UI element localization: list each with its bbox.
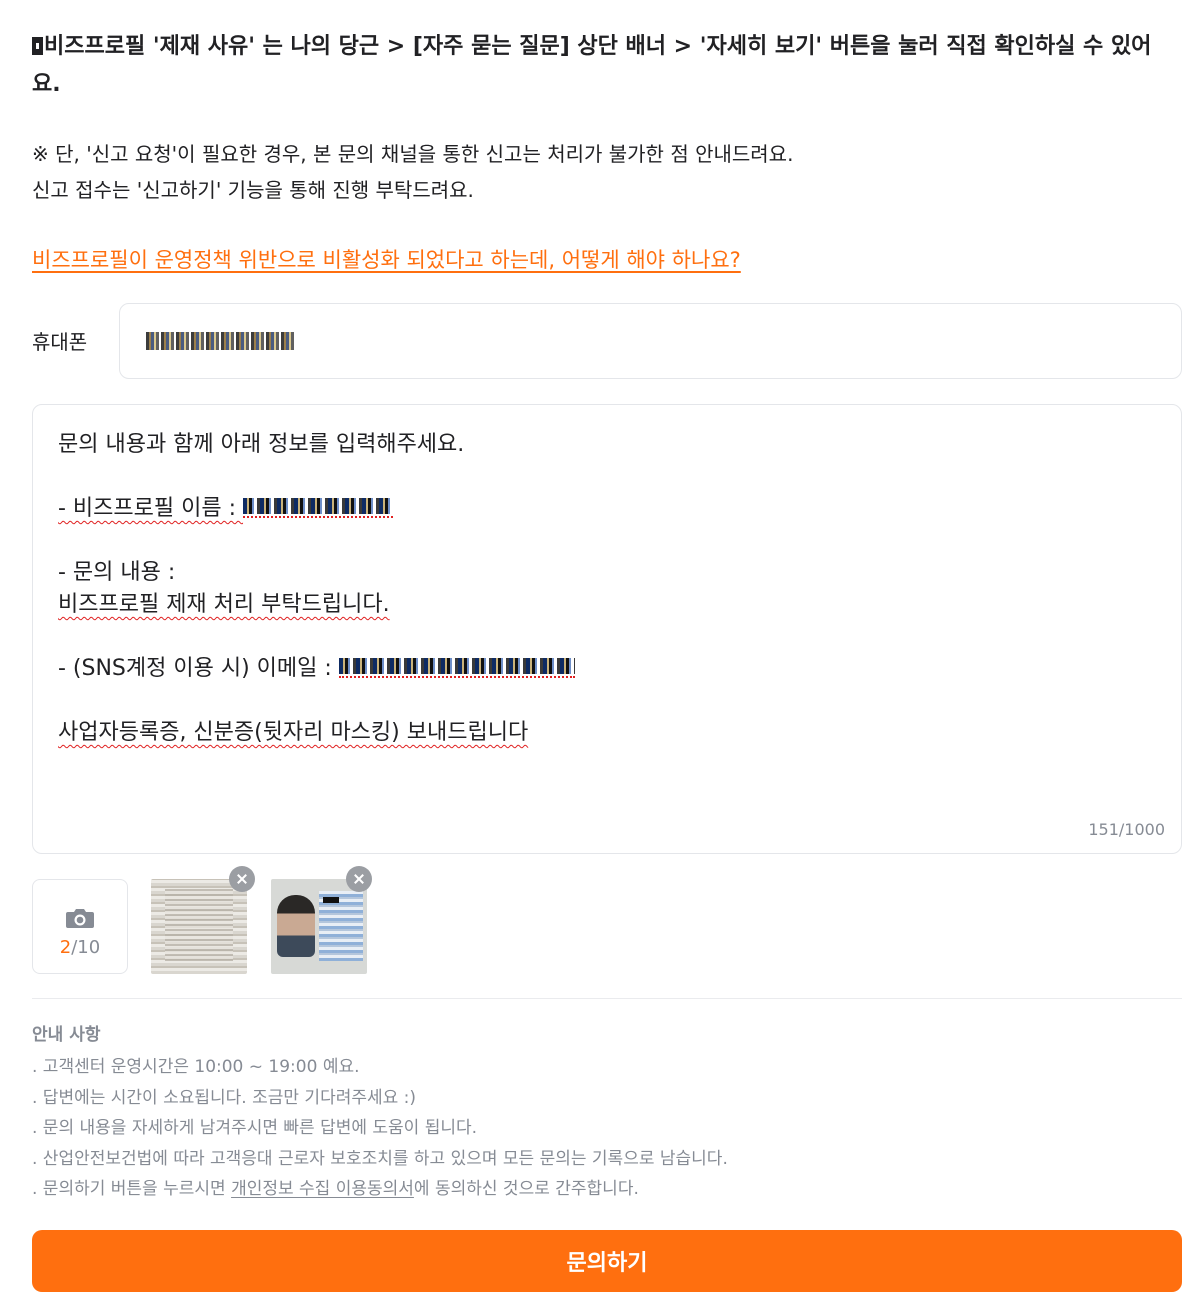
- guide-consent-suffix: 에 동의하신 것으로 간주합니다.: [413, 1179, 639, 1199]
- attached-photo-2[interactable]: [271, 879, 367, 974]
- content-inquiry-label: - 문의 내용 :: [58, 560, 176, 585]
- notice-bullet-icon: [32, 37, 43, 55]
- content-attach-note: 사업자등록증, 신분증(뒷자리 마스킹) 보내드립니다: [58, 720, 529, 745]
- guide-consent-prefix: . 문의하기 버튼을 누르시면: [32, 1179, 232, 1199]
- content-intro: 문의 내용과 함께 아래 정보를 입력해주세요.: [58, 432, 465, 457]
- content-email-label: - (SNS계정 이용 시) 이메일 :: [58, 656, 339, 681]
- inquiry-textarea[interactable]: 문의 내용과 함께 아래 정보를 입력해주세요. - 비즈프로필 이름 : - …: [32, 404, 1182, 854]
- notice-bold-text: 비즈프로필 '제재 사유' 는 나의 당근 > [자주 묻는 질문] 상단 배너…: [32, 28, 1172, 104]
- faq-link[interactable]: 비즈프로필이 운영정책 위반으로 비활성화 되었다고 하는데, 어떻게 해야 하…: [32, 242, 741, 278]
- guide-list: . 고객센터 운영시간은 10:00 ~ 19:00 예요. . 답변에는 시간…: [32, 1052, 728, 1205]
- submit-inquiry-button[interactable]: 문의하기: [32, 1230, 1182, 1292]
- add-photo-button[interactable]: 2/10: [32, 879, 128, 974]
- guide-item: . 고객센터 운영시간은 10:00 ~ 19:00 예요.: [32, 1057, 360, 1077]
- content-biz-name-line: - 비즈프로필 이름 :: [58, 493, 394, 525]
- remove-photo-2-button[interactable]: [346, 866, 372, 892]
- char-counter: 151/1000: [1088, 820, 1165, 839]
- remove-photo-1-button[interactable]: [229, 866, 255, 892]
- content-email-line: - (SNS계정 이용 시) 이메일 :: [58, 653, 575, 685]
- content-biz-name-label: - 비즈프로필 이름 :: [58, 496, 244, 521]
- guide-item: . 답변에는 시간이 소요됩니다. 조금만 기다려주세요 :): [32, 1087, 417, 1108]
- caution-line-2: 신고 접수는 '신고하기' 기능을 통해 진행 부탁드려요.: [32, 178, 474, 202]
- photo-count-current: 2: [59, 937, 72, 958]
- caution-line-1: ※ 단, '신고 요청'이 필요한 경우, 본 문의 채널을 통한 신고는 처리…: [32, 142, 794, 166]
- divider: [32, 998, 1182, 999]
- guide-item-consent: . 문의하기 버튼을 누르시면 개인정보 수집 이용동의서에 동의하신 것으로 …: [32, 1174, 728, 1205]
- notice-bold-body: 비즈프로필 '제재 사유' 는 나의 당근 > [자주 묻는 질문] 상단 배너…: [32, 34, 1152, 97]
- guide-item: . 산업안전보건법에 따라 고객응대 근로자 보호조치를 하고 있으며 모든 문…: [32, 1148, 728, 1169]
- guide-title: 안내 사항: [32, 1025, 101, 1045]
- attached-photo-1[interactable]: [151, 879, 247, 974]
- phone-field[interactable]: [119, 303, 1182, 379]
- guide-item: . 문의 내용을 자세하게 남겨주시면 빠른 답변에 도움이 됩니다.: [32, 1118, 478, 1138]
- photo-count: 2/10: [33, 937, 127, 958]
- content-inquiry-body: 비즈프로필 제재 처리 부탁드립니다.: [58, 592, 390, 617]
- email-masked: [338, 656, 575, 678]
- photo-count-max: /10: [71, 937, 101, 958]
- camera-icon: [66, 909, 94, 928]
- inquiry-form-page: 비즈프로필 '제재 사유' 는 나의 당근 > [자주 묻는 질문] 상단 배너…: [0, 0, 1198, 1311]
- biz-name-masked: [243, 496, 394, 518]
- phone-label: 휴대폰: [32, 330, 88, 354]
- phone-value-masked: [146, 332, 294, 350]
- privacy-consent-link[interactable]: 개인정보 수집 이용동의서: [231, 1179, 414, 1199]
- caution-notice: ※ 단, '신고 요청'이 필요한 경우, 본 문의 채널을 통한 신고는 처리…: [32, 136, 1172, 208]
